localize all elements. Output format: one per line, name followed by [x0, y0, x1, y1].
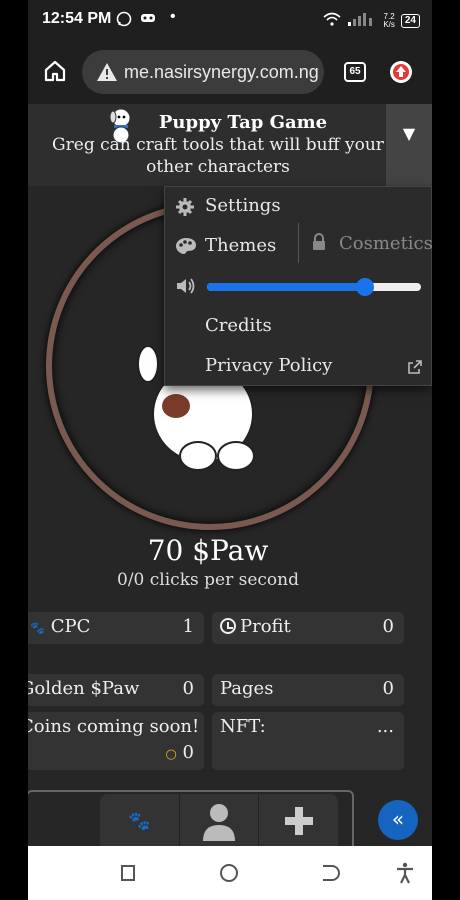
lock-icon — [311, 233, 327, 255]
dot-icon: • — [170, 8, 176, 25]
cosmetics-label: Cosmetics — [339, 233, 432, 254]
game-page: Puppy Tap Game Greg can craft tools that… — [28, 104, 432, 846]
nft-card: NFT: ... — [212, 712, 404, 770]
gear-icon — [175, 197, 195, 221]
warning-icon — [97, 63, 117, 81]
profit-card: Profit 0 — [212, 612, 404, 644]
net-speed: 7.2 K/s — [383, 11, 395, 29]
golden-paw-card: Golden $Paw 0 — [28, 674, 204, 706]
coins-card: Coins coming soon! ○ 0 — [28, 712, 204, 770]
status-indicators: 7.2 K/s 24 — [323, 12, 420, 29]
whatsapp-icon — [116, 11, 132, 30]
status-bar: 12:54 PM • 7.2 K/s 24 — [28, 0, 432, 40]
coins-value: 0 — [182, 742, 194, 763]
volume-slider-fill — [207, 283, 366, 291]
paw-icon: 🐾 — [30, 621, 45, 635]
recent-apps-icon[interactable] — [118, 862, 140, 884]
menu-toggle-button[interactable]: ▼ — [386, 104, 432, 186]
home-icon — [44, 60, 66, 82]
coin-icon: ○ — [165, 747, 177, 762]
game-subtitle: Greg can craft tools that will buff your… — [52, 135, 384, 177]
update-button[interactable] — [390, 61, 412, 83]
golden-paw-label: Golden $Paw — [28, 678, 140, 699]
external-link-icon — [407, 359, 423, 379]
update-icon — [393, 64, 409, 80]
plus-icon — [284, 807, 313, 835]
clock-icon — [220, 618, 236, 634]
tab-paw[interactable]: 🐾 — [100, 794, 180, 846]
person-silhouette-icon — [203, 804, 235, 841]
gamepad-icon — [140, 11, 156, 28]
home-nav-icon[interactable] — [218, 862, 240, 884]
url-bar[interactable]: me.nasirsynergy.com.ng — [82, 50, 324, 94]
clicks-per-second: 0/0 clicks per second — [117, 570, 299, 590]
volume-slider-thumb[interactable] — [356, 278, 375, 296]
game-header: Puppy Tap Game Greg can craft tools that… — [28, 104, 432, 186]
profit-value: 0 — [382, 616, 394, 637]
battery-indicator: 24 — [400, 13, 420, 28]
menu-themes[interactable]: Themes — [205, 235, 276, 256]
signal-icon — [347, 12, 377, 29]
nft-value: ... — [376, 716, 394, 737]
paw-tab-icon: 🐾 — [128, 810, 151, 832]
system-nav-bar — [28, 846, 432, 900]
back-nav-icon[interactable] — [318, 862, 340, 884]
browser-toolbar: me.nasirsynergy.com.ng 65 — [28, 40, 432, 104]
menu-credits[interactable]: Credits — [205, 315, 272, 336]
menu-cosmetics[interactable]: Cosmetics — [298, 223, 432, 263]
accessibility-icon[interactable] — [394, 862, 416, 884]
pages-label: Pages — [220, 678, 274, 699]
paw-balance: 70 $Paw — [147, 534, 269, 567]
palette-icon — [175, 237, 197, 259]
pages-card: Pages 0 — [212, 674, 404, 706]
home-button[interactable] — [42, 58, 68, 84]
profit-label: Profit — [240, 616, 291, 637]
cpc-card: 🐾 CPC 1 — [28, 612, 204, 644]
cpc-value: 1 — [182, 616, 194, 637]
url-text: me.nasirsynergy.com.ng — [124, 61, 319, 82]
volume-icon — [175, 277, 197, 299]
wifi-icon — [323, 12, 341, 29]
menu-settings[interactable]: Settings — [205, 195, 281, 216]
menu-privacy-policy[interactable]: Privacy Policy — [205, 355, 332, 376]
tab-add[interactable] — [259, 794, 338, 846]
status-time: 12:54 PM — [42, 10, 112, 27]
nft-label: NFT: — [220, 716, 266, 737]
cpc-label: CPC — [50, 616, 91, 637]
tabs-count-button[interactable]: 65 — [344, 62, 366, 82]
character-tabbar: 🐾 — [100, 794, 338, 846]
expand-fab-button[interactable]: « — [378, 800, 418, 840]
coins-label: Coins coming soon! — [28, 716, 200, 737]
tab-character[interactable] — [180, 794, 260, 846]
volume-slider[interactable] — [207, 278, 421, 296]
game-title: Puppy Tap Game — [158, 112, 328, 133]
pages-value: 0 — [382, 678, 394, 699]
settings-dropdown: Settings Themes Cosmetics Credits Privac… — [164, 186, 432, 386]
golden-paw-value: 0 — [182, 678, 194, 699]
